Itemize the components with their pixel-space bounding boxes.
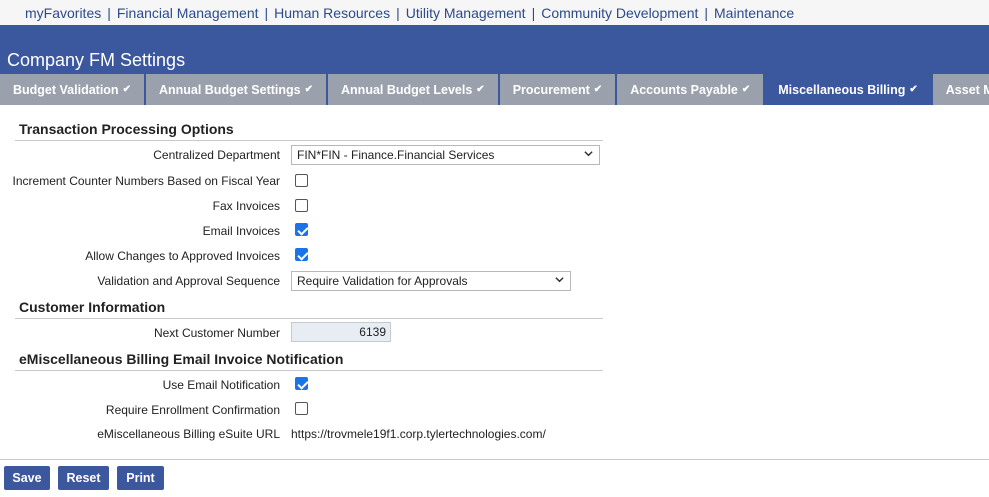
tab-label: Budget Validation [13,82,119,97]
select-value: FIN*FIN - Finance.Financial Services [297,148,495,162]
centralized-department-label: Centralized Department [153,148,280,162]
top-navigation: myFavorites | Financial Management | Hum… [0,0,989,25]
tab-annual-budget-levels[interactable]: Annual Budget Levels ✔ [328,74,498,105]
tab-label: Annual Budget Levels [341,82,473,97]
fax-invoices-checkbox[interactable] [295,199,308,212]
select-value: Require Validation for Approvals [297,274,468,288]
fax-invoices-label: Fax Invoices [212,199,280,213]
section-title-customer: Customer Information [19,299,166,315]
page-title: Company FM Settings [7,50,186,70]
nav-myfavorites[interactable]: myFavorites [25,5,101,21]
checkmark-icon: ✔ [909,84,918,95]
nav-maintenance[interactable]: Maintenance [714,5,794,21]
checkmark-icon: ✔ [476,84,485,95]
save-button[interactable]: Save [4,466,50,490]
page-header: Company FM Settings [0,25,989,73]
esuite-url-value: https://trovmele19f1.corp.tylertechnolog… [291,427,546,441]
nav-separator: | [704,4,709,21]
email-invoices-label: Email Invoices [202,224,280,238]
tab-asset-management[interactable]: Asset Managem [932,74,989,105]
nav-separator: | [396,4,400,21]
tab-budget-validation[interactable]: Budget Validation ✔ [0,74,144,105]
reset-button[interactable]: Reset [58,466,109,490]
checkmark-icon: ✔ [741,84,751,95]
nav-community-development[interactable]: Community Development [541,5,698,21]
allow-changes-label: Allow Changes to Approved Invoices [85,249,280,263]
centralized-department-select[interactable]: FIN*FIN - Finance.Financial Services [291,145,600,165]
checkmark-icon: ✔ [593,84,603,95]
increment-counter-label: Increment Counter Numbers Based on Fisca… [12,174,280,188]
allow-changes-checkbox[interactable] [295,248,308,261]
chevron-down-icon [584,151,593,157]
validation-sequence-label: Validation and Approval Sequence [97,274,280,288]
nav-separator: | [531,4,536,21]
use-email-notification-label: Use Email Notification [162,378,280,392]
tab-miscellaneous-billing[interactable]: Miscellaneous Billing ✔ [765,74,931,105]
nav-human-resources[interactable]: Human Resources [274,5,390,21]
email-invoices-checkbox[interactable] [295,223,308,236]
esuite-url-label: eMiscellaneous Billing eSuite URL [97,427,280,441]
tab-label: Procurement [512,82,590,97]
next-customer-number-field[interactable]: 6139 [291,322,391,342]
tab-label: Accounts Payable [630,82,738,97]
nav-utility-management[interactable]: Utility Management [406,5,526,21]
section-title-notification: eMiscellaneous Billing Email Invoice Not… [19,351,344,367]
tab-label: Asset Managem [945,82,989,97]
validation-sequence-select[interactable]: Require Validation for Approvals [291,271,571,291]
checkmark-icon: ✔ [304,84,314,95]
footer-divider [0,459,989,460]
chevron-down-icon [555,277,564,283]
next-customer-label: Next Customer Number [153,326,280,340]
settings-tab-bar: Budget Validation ✔ Annual Budget Setting… [0,73,989,105]
section-divider [15,370,603,371]
require-enrollment-checkbox[interactable] [295,402,308,415]
use-email-notification-checkbox[interactable] [295,377,308,390]
nav-financial-management[interactable]: Financial Management [117,5,259,21]
tab-accounts-payable[interactable]: Accounts Payable ✔ [617,74,764,105]
section-divider [15,140,603,141]
tab-label: Miscellaneous Billing [778,82,906,97]
increment-counter-checkbox[interactable] [295,174,308,187]
require-enrollment-label: Require Enrollment Confirmation [105,403,280,417]
nav-separator: | [264,4,269,21]
section-divider [15,318,603,319]
tab-label: Annual Budget Settings [158,82,301,97]
tab-annual-budget-settings[interactable]: Annual Budget Settings ✔ [145,74,327,105]
section-title-transaction: Transaction Processing Options [19,121,234,137]
tab-procurement[interactable]: Procurement ✔ [499,74,616,105]
nav-separator: | [107,4,111,21]
print-button[interactable]: Print [117,466,164,490]
checkmark-icon: ✔ [122,84,131,95]
